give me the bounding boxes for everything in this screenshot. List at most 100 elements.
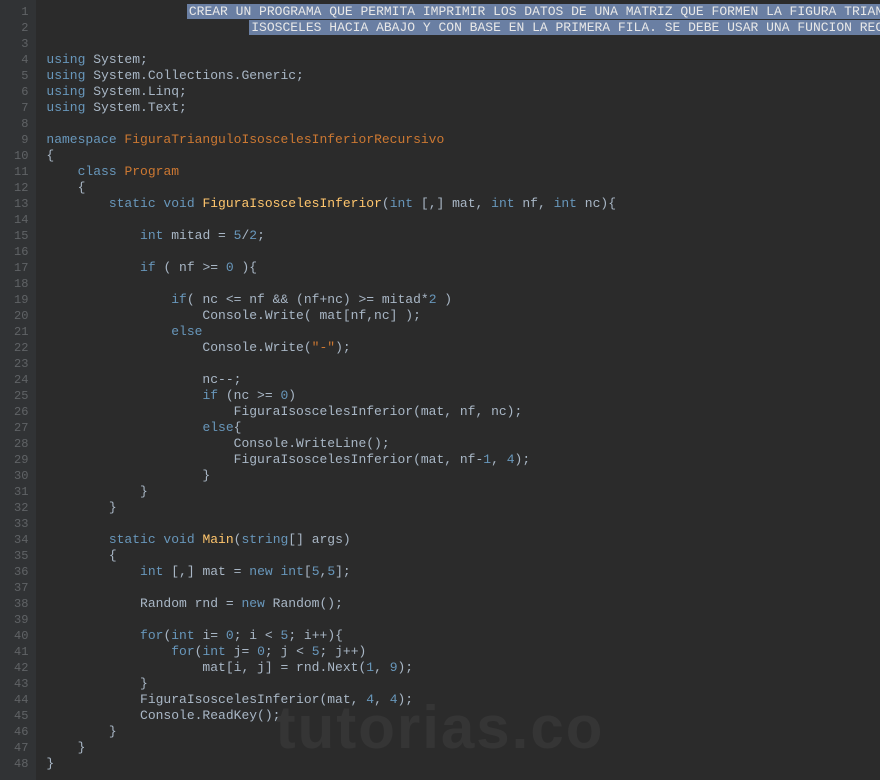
- token: [46, 196, 108, 211]
- code-line[interactable]: FiguraIsoscelesInferior(mat, nf-1, 4);: [46, 452, 880, 468]
- line-number: 3: [14, 36, 28, 52]
- token: Random();: [273, 596, 343, 611]
- token: 5: [312, 644, 320, 659]
- token: int: [140, 564, 171, 579]
- token: string: [241, 532, 288, 547]
- code-line[interactable]: {: [46, 180, 880, 196]
- line-number: 7: [14, 100, 28, 116]
- token: ,: [374, 692, 390, 707]
- code-line[interactable]: mat[i, j] = rnd.Next(1, 9);: [46, 660, 880, 676]
- code-line[interactable]: {: [46, 148, 880, 164]
- line-number: 10: [14, 148, 28, 164]
- token: }: [46, 740, 85, 755]
- token: Program: [124, 164, 179, 179]
- token: );: [515, 452, 531, 467]
- code-line[interactable]: Console.Write("-");: [46, 340, 880, 356]
- code-line[interactable]: [46, 516, 880, 532]
- code-line[interactable]: nc--;: [46, 372, 880, 388]
- code-line[interactable]: else: [46, 324, 880, 340]
- code-line[interactable]: namespace FiguraTrianguloIsoscelesInferi…: [46, 132, 880, 148]
- code-line[interactable]: Console.Write( mat[nf,nc] );: [46, 308, 880, 324]
- line-number: 2: [14, 20, 28, 36]
- code-line[interactable]: class Program: [46, 164, 880, 180]
- token: [] args): [288, 532, 350, 547]
- line-number: 37: [14, 580, 28, 596]
- token: 1: [366, 660, 374, 675]
- code-line[interactable]: }: [46, 500, 880, 516]
- token: FiguraIsoscelesInferior(mat,: [46, 692, 366, 707]
- code-line[interactable]: }: [46, 484, 880, 500]
- code-line[interactable]: [46, 276, 880, 292]
- line-number: 48: [14, 756, 28, 772]
- line-number: 11: [14, 164, 28, 180]
- code-line[interactable]: if (nc >= 0): [46, 388, 880, 404]
- token: ; j++): [320, 644, 367, 659]
- line-number: 46: [14, 724, 28, 740]
- code-line[interactable]: CREAR UN PROGRAMA QUE PERMITA IMPRIMIR L…: [46, 4, 880, 20]
- code-line[interactable]: using System.Text;: [46, 100, 880, 116]
- code-line[interactable]: [46, 612, 880, 628]
- token: 5: [327, 564, 335, 579]
- code-line[interactable]: FiguraIsoscelesInferior(mat, nf, nc);: [46, 404, 880, 420]
- code-line[interactable]: FiguraIsoscelesInferior(mat, 4, 4);: [46, 692, 880, 708]
- code-line[interactable]: using System;: [46, 52, 880, 68]
- token: int: [202, 644, 233, 659]
- code-line[interactable]: else{: [46, 420, 880, 436]
- code-line[interactable]: }: [46, 740, 880, 756]
- line-number: 42: [14, 660, 28, 676]
- code-line[interactable]: {: [46, 548, 880, 564]
- line-number: 38: [14, 596, 28, 612]
- token: System.Collections.Generic;: [93, 68, 304, 83]
- token: 0: [226, 260, 242, 275]
- line-number: 40: [14, 628, 28, 644]
- code-line[interactable]: [46, 244, 880, 260]
- token: 0: [257, 644, 265, 659]
- code-line[interactable]: Random rnd = new Random();: [46, 596, 880, 612]
- line-number: 45: [14, 708, 28, 724]
- token: int: [171, 628, 202, 643]
- token: [,] mat =: [171, 564, 249, 579]
- code-line[interactable]: static void Main(string[] args): [46, 532, 880, 548]
- line-number: 1: [14, 4, 28, 20]
- code-line[interactable]: using System.Collections.Generic;: [46, 68, 880, 84]
- token: 2: [249, 228, 257, 243]
- code-line[interactable]: static void FiguraIsoscelesInferior(int …: [46, 196, 880, 212]
- line-number: 9: [14, 132, 28, 148]
- line-number: 21: [14, 324, 28, 340]
- token: ){: [241, 260, 257, 275]
- code-line[interactable]: Console.ReadKey();: [46, 708, 880, 724]
- token: );: [398, 692, 414, 707]
- token: 9: [390, 660, 398, 675]
- code-line[interactable]: }: [46, 676, 880, 692]
- code-line[interactable]: ISOSCELES HACIA ABAJO Y CON BASE EN LA P…: [46, 20, 880, 36]
- code-line[interactable]: using System.Linq;: [46, 84, 880, 100]
- code-area[interactable]: CREAR UN PROGRAMA QUE PERMITA IMPRIMIR L…: [36, 0, 880, 780]
- token: else: [171, 324, 202, 339]
- token: [46, 628, 140, 643]
- code-editor[interactable]: 1234567891011121314151617181920212223242…: [0, 0, 880, 780]
- token: }: [46, 676, 147, 691]
- code-line[interactable]: [46, 36, 880, 52]
- code-line[interactable]: Console.WriteLine();: [46, 436, 880, 452]
- token: Console.ReadKey();: [46, 708, 280, 723]
- code-line[interactable]: int [,] mat = new int[5,5];: [46, 564, 880, 580]
- code-line[interactable]: if ( nf >= 0 ){: [46, 260, 880, 276]
- token: [46, 292, 171, 307]
- token: {: [46, 548, 116, 563]
- code-line[interactable]: for(int i= 0; i < 5; i++){: [46, 628, 880, 644]
- code-line[interactable]: [46, 116, 880, 132]
- token: i=: [202, 628, 225, 643]
- code-line[interactable]: for(int j= 0; j < 5; j++): [46, 644, 880, 660]
- line-number: 29: [14, 452, 28, 468]
- line-number: 24: [14, 372, 28, 388]
- code-line[interactable]: [46, 212, 880, 228]
- token: nc){: [585, 196, 616, 211]
- code-line[interactable]: }: [46, 756, 880, 772]
- code-line[interactable]: }: [46, 724, 880, 740]
- code-line[interactable]: }: [46, 468, 880, 484]
- code-line[interactable]: [46, 356, 880, 372]
- token: [46, 420, 202, 435]
- code-line[interactable]: [46, 580, 880, 596]
- code-line[interactable]: if( nc <= nf && (nf+nc) >= mitad*2 ): [46, 292, 880, 308]
- code-line[interactable]: int mitad = 5/2;: [46, 228, 880, 244]
